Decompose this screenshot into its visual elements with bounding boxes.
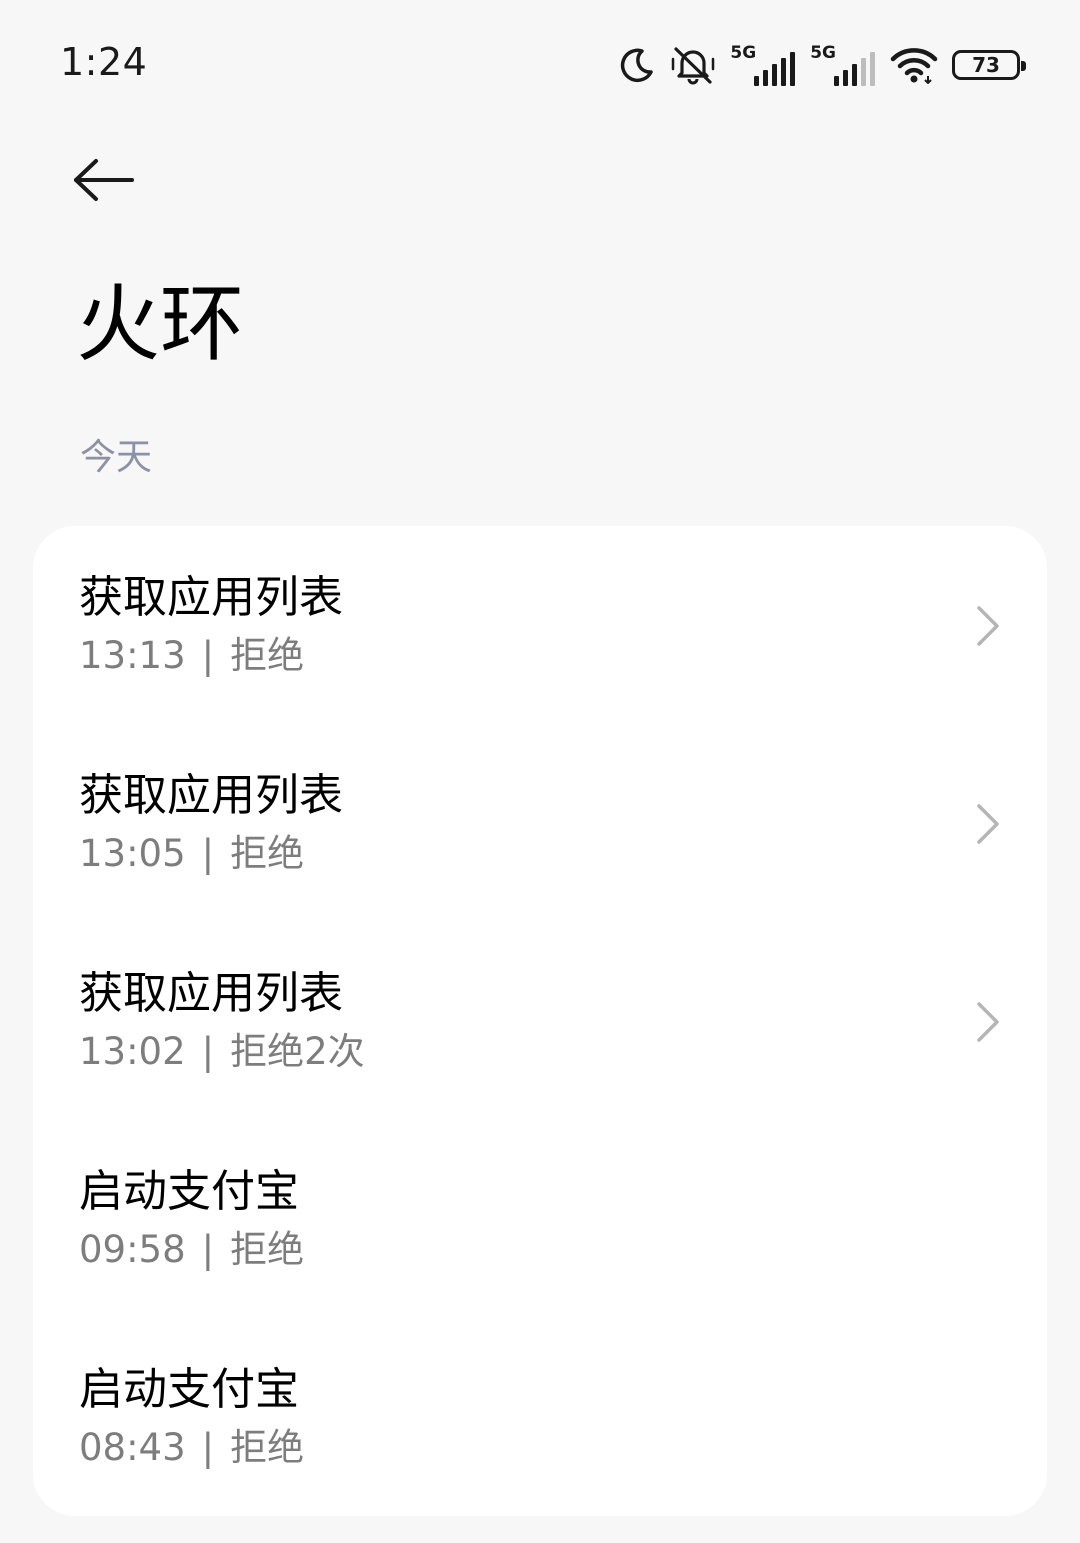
record-separator: | bbox=[201, 1030, 215, 1073]
record-time: 13:02 bbox=[79, 1030, 186, 1073]
status-time: 1:24 bbox=[60, 40, 148, 84]
chevron-right-icon bbox=[977, 1002, 999, 1042]
mute-icon bbox=[672, 47, 715, 85]
battery-icon: 73 bbox=[952, 50, 1026, 80]
list-item: 启动支付宝 08:43 | 拒绝 bbox=[33, 1318, 1047, 1516]
record-time: 13:13 bbox=[79, 634, 186, 677]
record-subtitle: 09:58 | 拒绝 bbox=[79, 1228, 305, 1271]
record-result: 拒绝 bbox=[230, 832, 305, 875]
record-time: 13:05 bbox=[79, 832, 186, 875]
record-subtitle: 08:43 | 拒绝 bbox=[79, 1426, 305, 1469]
record-subtitle: 13:02 | 拒绝2次 bbox=[79, 1030, 365, 1073]
list-item: 启动支付宝 09:58 | 拒绝 bbox=[33, 1120, 1047, 1318]
record-result: 拒绝 bbox=[230, 1228, 305, 1271]
chevron-right-icon bbox=[977, 606, 999, 646]
record-separator: | bbox=[201, 1426, 215, 1469]
signal-group-1: 5G bbox=[730, 44, 796, 86]
record-title: 启动支付宝 bbox=[79, 1166, 299, 1217]
screen: 1:24 5G 5G 73 火环 今天 获取应用列表 13:13 | 拒绝 获取… bbox=[0, 0, 1080, 1543]
wifi-icon bbox=[890, 48, 938, 84]
page-title: 火环 bbox=[76, 275, 245, 373]
record-result: 拒绝2次 bbox=[230, 1030, 365, 1073]
list-item[interactable]: 获取应用列表 13:05 | 拒绝 bbox=[33, 724, 1047, 922]
record-separator: | bbox=[201, 832, 215, 875]
record-title: 获取应用列表 bbox=[79, 770, 343, 821]
record-result: 拒绝 bbox=[230, 634, 305, 677]
battery-level: 73 bbox=[972, 53, 1000, 77]
list-item[interactable]: 获取应用列表 13:13 | 拒绝 bbox=[33, 526, 1047, 724]
record-time: 08:43 bbox=[79, 1426, 186, 1469]
record-separator: | bbox=[201, 634, 215, 677]
back-button[interactable] bbox=[72, 150, 152, 210]
chevron-right-icon bbox=[977, 804, 999, 844]
record-title: 获取应用列表 bbox=[79, 968, 343, 1019]
signal-group-2: 5G bbox=[810, 44, 876, 86]
records-card: 获取应用列表 13:13 | 拒绝 获取应用列表 13:05 | 拒绝 获取应用… bbox=[33, 526, 1047, 1516]
record-subtitle: 13:05 | 拒绝 bbox=[79, 832, 305, 875]
moon-icon bbox=[621, 48, 654, 83]
signal-icon bbox=[754, 51, 796, 86]
status-bar: 1:24 5G 5G 73 bbox=[0, 0, 1080, 130]
record-separator: | bbox=[201, 1228, 215, 1271]
list-item[interactable]: 获取应用列表 13:02 | 拒绝2次 bbox=[33, 922, 1047, 1120]
record-title: 获取应用列表 bbox=[79, 572, 343, 623]
back-arrow-icon bbox=[74, 159, 134, 201]
signal-icon bbox=[834, 51, 875, 86]
section-label-today: 今天 bbox=[80, 437, 153, 478]
record-subtitle: 13:13 | 拒绝 bbox=[79, 634, 305, 677]
record-result: 拒绝 bbox=[230, 1426, 305, 1469]
record-time: 09:58 bbox=[79, 1228, 186, 1271]
status-icons: 5G 5G 73 bbox=[618, 40, 1026, 90]
record-title: 启动支付宝 bbox=[79, 1364, 299, 1415]
